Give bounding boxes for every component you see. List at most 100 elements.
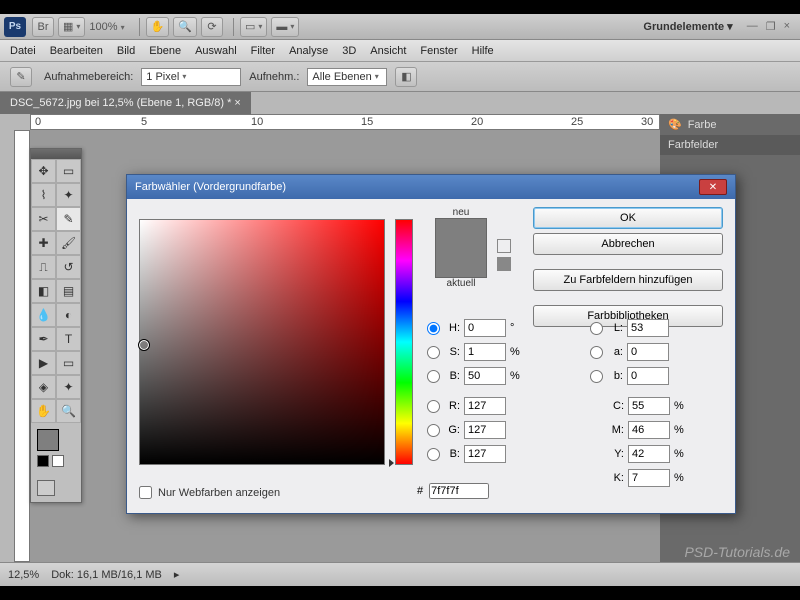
crop-tool[interactable]: ✂ — [31, 207, 56, 231]
dialog-titlebar[interactable]: Farbwähler (Vordergrundfarbe) ✕ — [127, 175, 735, 199]
default-colors-icon[interactable] — [37, 455, 49, 467]
menu-fenster[interactable]: Fenster — [420, 45, 457, 57]
panel-farbe[interactable]: 🎨 Farbe — [660, 114, 800, 135]
screen-mode-button[interactable]: ▭ — [240, 17, 267, 37]
opt-extra-button[interactable]: ◧ — [395, 67, 417, 87]
document-tab[interactable]: DSC_5672.jpg bei 12,5% (Ebene 1, RGB/8) … — [0, 92, 251, 114]
menu-analyse[interactable]: Analyse — [289, 45, 328, 57]
input-l[interactable] — [627, 319, 669, 337]
opt-label-aufnahmebereich: Aufnahmebereich: — [44, 71, 133, 83]
dodge-tool[interactable]: ◐ — [56, 303, 81, 327]
ok-button[interactable]: OK — [533, 207, 723, 229]
type-tool[interactable]: T — [56, 327, 81, 351]
input-y[interactable] — [628, 445, 670, 463]
radio-b[interactable] — [590, 370, 603, 383]
input-c[interactable] — [628, 397, 670, 415]
foreground-color-swatch[interactable] — [37, 429, 59, 451]
menu-bild[interactable]: Bild — [117, 45, 135, 57]
swap-colors-icon[interactable] — [52, 455, 64, 467]
input-m[interactable] — [628, 421, 670, 439]
3d-camera-tool[interactable]: ✦ — [56, 375, 81, 399]
hand-tool-shortcut[interactable]: ✋ — [146, 17, 170, 37]
gamut-warning-icon[interactable] — [497, 239, 511, 253]
zoom-tool-shortcut[interactable]: 🔍 — [173, 17, 197, 37]
add-swatch-button[interactable]: Zu Farbfeldern hinzufügen — [533, 269, 723, 291]
input-a[interactable] — [627, 343, 669, 361]
menu-filter[interactable]: Filter — [251, 45, 275, 57]
input-b[interactable] — [627, 367, 669, 385]
input-h[interactable] — [464, 319, 506, 337]
radio-a[interactable] — [590, 346, 603, 359]
input-r[interactable] — [464, 397, 506, 415]
input-bb[interactable] — [464, 445, 506, 463]
sample-size-field[interactable]: 1 Pixel — [141, 68, 241, 86]
radio-r[interactable] — [427, 400, 440, 413]
saturation-value-field[interactable] — [139, 219, 385, 465]
cancel-button[interactable]: Abbrechen — [533, 233, 723, 255]
eraser-tool[interactable]: ◧ — [31, 279, 56, 303]
websafe-warning-icon[interactable] — [497, 257, 511, 271]
shape-tool[interactable]: ▭ — [56, 351, 81, 375]
zoom-level[interactable]: 100% — [89, 21, 124, 33]
radio-s[interactable] — [427, 346, 440, 359]
menu-hilfe[interactable]: Hilfe — [472, 45, 494, 57]
quickmask-icon[interactable] — [37, 480, 55, 496]
hue-slider[interactable] — [395, 219, 413, 465]
workspace-switcher[interactable]: Grundelemente ▾ — [635, 20, 740, 33]
hex-label: # — [417, 485, 423, 497]
preview-new-swatch[interactable] — [435, 218, 487, 278]
hand-tool[interactable]: ✋ — [31, 399, 56, 423]
ps-logo-icon: Ps — [4, 17, 26, 37]
menu-bearbeiten[interactable]: Bearbeiten — [50, 45, 103, 57]
gradient-tool[interactable]: ▤ — [56, 279, 81, 303]
menu-datei[interactable]: Datei — [10, 45, 36, 57]
eyedropper-tool[interactable]: ✎ — [56, 207, 81, 231]
current-tool-icon[interactable]: ✎ — [10, 67, 32, 87]
zoom-tool[interactable]: 🔍 — [56, 399, 81, 423]
sample-layers-field[interactable]: Alle Ebenen — [307, 68, 387, 86]
web-colors-checkbox[interactable] — [139, 486, 152, 499]
menu-ansicht[interactable]: Ansicht — [370, 45, 406, 57]
minimize-icon[interactable]: — — [747, 20, 758, 33]
healing-tool[interactable]: ✚ — [31, 231, 56, 255]
input-hex[interactable] — [429, 483, 489, 499]
input-s[interactable] — [464, 343, 506, 361]
ruler-horizontal: 0 5 10 15 20 25 30 — [30, 114, 660, 130]
input-k[interactable] — [628, 469, 670, 487]
panel-farbfelder[interactable]: Farbfelder — [660, 135, 800, 155]
quick-select-tool[interactable]: ✦ — [56, 183, 81, 207]
marquee-tool[interactable]: ▭ — [56, 159, 81, 183]
options-bar: ✎ Aufnahmebereich: 1 Pixel Aufnehm.: All… — [0, 62, 800, 92]
status-zoom[interactable]: 12,5% — [8, 569, 39, 581]
radio-h[interactable] — [427, 322, 440, 335]
menu-3d[interactable]: 3D — [342, 45, 356, 57]
blur-tool[interactable]: 💧 — [31, 303, 56, 327]
path-select-tool[interactable]: ▶ — [31, 351, 56, 375]
3d-tool[interactable]: ◈ — [31, 375, 56, 399]
dialog-close-button[interactable]: ✕ — [699, 179, 727, 195]
status-arrow-icon[interactable]: ▸ — [174, 568, 180, 581]
input-g[interactable] — [464, 421, 506, 439]
pen-tool[interactable]: ✒ — [31, 327, 56, 351]
watermark-text: PSD-Tutorials.de — [684, 544, 790, 560]
menu-auswahl[interactable]: Auswahl — [195, 45, 237, 57]
radio-l[interactable] — [590, 322, 603, 335]
stamp-tool[interactable]: ⎍ — [31, 255, 56, 279]
restore-icon[interactable]: ❐ — [766, 20, 776, 33]
rotate-view-shortcut[interactable]: ⟳ — [201, 17, 223, 37]
bridge-button[interactable]: Br — [32, 17, 54, 37]
close-icon[interactable]: × — [784, 20, 790, 33]
lasso-tool[interactable]: ⌇ — [31, 183, 56, 207]
radio-g[interactable] — [427, 424, 440, 437]
radio-bb[interactable] — [427, 448, 440, 461]
input-bv[interactable] — [464, 367, 506, 385]
move-tool[interactable]: ✥ — [31, 159, 56, 183]
view-arrange-button[interactable]: ▦ — [58, 17, 85, 37]
brush-tool[interactable]: 🖌 — [56, 231, 81, 255]
extras-button[interactable]: ▬ — [271, 17, 299, 37]
status-docsize: Dok: 16,1 MB/16,1 MB — [51, 569, 162, 581]
dialog-title-text: Farbwähler (Vordergrundfarbe) — [135, 181, 286, 193]
radio-bv[interactable] — [427, 370, 440, 383]
history-brush-tool[interactable]: ↺ — [56, 255, 81, 279]
menu-ebene[interactable]: Ebene — [149, 45, 181, 57]
